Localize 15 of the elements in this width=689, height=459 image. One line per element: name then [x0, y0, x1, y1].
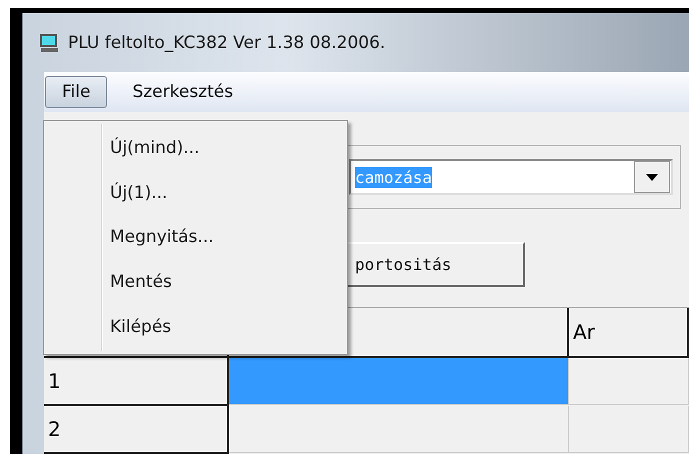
table-cell[interactable]	[569, 358, 689, 405]
caret-icon	[646, 174, 658, 180]
computer-icon	[38, 32, 60, 54]
table-cell[interactable]	[569, 406, 689, 453]
menu-entry[interactable]: Kilépés	[44, 304, 347, 349]
table-cell[interactable]	[229, 406, 569, 453]
menu-entry[interactable]: Új(mind)...	[44, 126, 347, 171]
dropdown-button[interactable]	[634, 161, 670, 193]
menu-item[interactable]: Szerkesztés	[115, 76, 250, 108]
menu-entry[interactable]: Új(1)...	[44, 170, 347, 216]
menu-item[interactable]: File	[45, 76, 108, 108]
combo-value: camozása	[355, 166, 432, 188]
table-cell[interactable]	[229, 358, 569, 405]
column-header: Ar	[569, 308, 689, 358]
window-title: PLU feltolto_KC382 Ver 1.38 08.2006.	[68, 32, 386, 53]
